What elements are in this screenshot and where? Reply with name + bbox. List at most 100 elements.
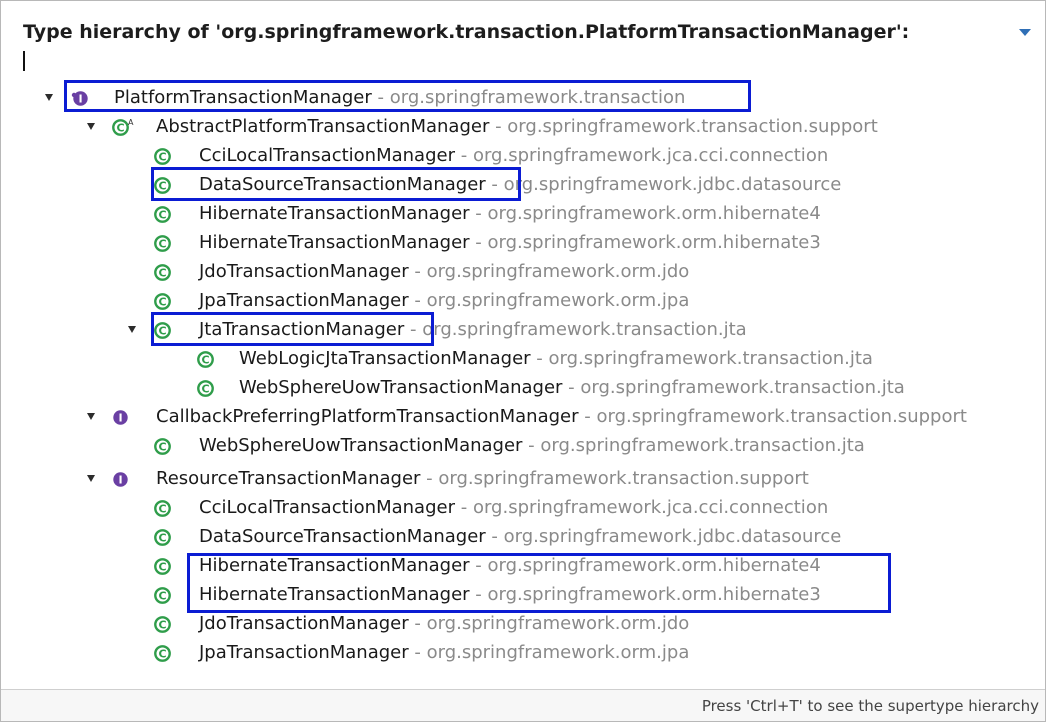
class-icon: C (153, 498, 172, 517)
package-name: org.springframework.transaction (389, 87, 686, 108)
interface-icon: I (71, 88, 90, 107)
package-name: org.springframework.orm.jdo (426, 261, 690, 282)
type-name: WebSphereUowTransactionManager (239, 377, 563, 398)
class-icon: C (153, 614, 172, 633)
class-icon: C (153, 291, 172, 310)
type-name: HibernateTransactionManager (199, 203, 470, 224)
separator: - (485, 174, 504, 195)
svg-text:C: C (158, 180, 166, 193)
svg-text:C: C (158, 325, 166, 338)
class-icon: C (153, 146, 172, 165)
separator: - (469, 203, 488, 224)
separator: - (455, 145, 473, 166)
package-name: org.springframework.orm.hibernate3 (487, 232, 821, 253)
separator: - (578, 406, 597, 427)
svg-text:A: A (128, 118, 134, 127)
tree-node[interactable]: C HibernateTransactionManager - org.sprin… (1, 199, 1041, 228)
package-name: org.springframework.orm.hibernate4 (487, 203, 821, 224)
tree-node[interactable]: C JtaTransactionManager - org.springframe… (1, 315, 1041, 344)
separator: - (408, 261, 427, 282)
svg-text:C: C (158, 590, 166, 603)
tree-node[interactable]: C CciLocalTransactionManager - org.spring… (1, 141, 1041, 170)
tree-node[interactable]: C HibernateTransactionManager - org.sprin… (1, 580, 1041, 609)
separator: - (408, 613, 427, 634)
class-icon: C (196, 378, 215, 397)
tree-node[interactable]: C CciLocalTransactionManager - org.spring… (1, 493, 1041, 522)
svg-text:I: I (118, 474, 122, 487)
view-menu-icon[interactable] (1019, 29, 1031, 36)
package-name: org.springframework.jca.cci.connection (472, 497, 829, 518)
package-name: org.springframework.transaction.support (438, 468, 809, 489)
tree-node[interactable]: C HibernateTransactionManager - org.sprin… (1, 228, 1041, 257)
type-name: JdoTransactionManager (199, 261, 409, 282)
type-name: CciLocalTransactionManager (199, 497, 455, 518)
separator: - (420, 468, 439, 489)
type-name: CciLocalTransactionManager (199, 145, 455, 166)
package-name: org.springframework.transaction.support (596, 406, 967, 427)
separator: - (469, 232, 488, 253)
expand-twisty-icon[interactable] (87, 475, 95, 482)
tree-node[interactable]: C JdoTransactionManager - org.springframe… (1, 609, 1041, 638)
type-name: PlatformTransactionManager (114, 87, 372, 108)
expand-twisty-icon[interactable] (87, 123, 95, 130)
tree-node[interactable]: C DataSourceTransactionManager - org.spri… (1, 170, 1041, 199)
svg-text:I: I (78, 93, 82, 106)
package-name: org.springframework.transaction.jta (422, 319, 747, 340)
svg-text:C: C (201, 354, 209, 367)
svg-text:C: C (158, 648, 166, 661)
tree-node[interactable]: C HibernateTransactionManager - org.sprin… (1, 551, 1041, 580)
popup-title: Type hierarchy of 'org.springframework.t… (23, 21, 910, 43)
tree-node[interactable]: C JpaTransactionManager - org.springframe… (1, 286, 1041, 315)
separator: - (469, 555, 488, 576)
tree-node[interactable]: I PlatformTransactionManager - org.spring… (1, 83, 1041, 112)
tree-node[interactable]: C WebSphereUowTransactionManager - org.sp… (1, 373, 1041, 402)
type-hierarchy-popup: Type hierarchy of 'org.springframework.t… (0, 0, 1046, 722)
filter-input[interactable] (21, 49, 1015, 75)
type-name: WebLogicJtaTransactionManager (239, 348, 531, 369)
separator: - (530, 348, 549, 369)
tree-node[interactable]: I ResourceTransactionManager - org.spring… (1, 464, 1041, 493)
status-hint: Press 'Ctrl+T' to see the supertype hier… (701, 697, 1039, 715)
class-icon: C (196, 349, 215, 368)
class-icon: C (153, 233, 172, 252)
package-name: org.springframework.jdbc.datasource (503, 174, 842, 195)
class-icon: C (153, 175, 172, 194)
separator: - (408, 642, 427, 663)
tree-node[interactable]: C DataSourceTransactionManager - org.spri… (1, 522, 1041, 551)
separator: - (489, 116, 508, 137)
separator: - (485, 526, 504, 547)
separator: - (469, 584, 488, 605)
expand-twisty-icon[interactable] (45, 94, 53, 101)
tree-node[interactable]: I CallbackPreferringPlatformTransactionMa… (1, 402, 1041, 431)
package-name: org.springframework.orm.jdo (426, 613, 690, 634)
type-name: DataSourceTransactionManager (199, 174, 486, 195)
package-name: org.springframework.orm.hibernate3 (487, 584, 821, 605)
svg-text:C: C (158, 151, 166, 164)
status-bar: Press 'Ctrl+T' to see the supertype hier… (1, 689, 1045, 721)
expand-twisty-icon[interactable] (87, 413, 95, 420)
svg-text:C: C (201, 383, 209, 396)
package-name: org.springframework.orm.hibernate4 (487, 555, 821, 576)
tree-node[interactable]: C WebSphereUowTransactionManager - org.sp… (1, 431, 1041, 460)
class-icon: C (153, 527, 172, 546)
tree-node[interactable]: C JpaTransactionManager - org.springframe… (1, 638, 1041, 667)
package-name: org.springframework.transaction.jta (548, 348, 873, 369)
type-name: DataSourceTransactionManager (199, 526, 486, 547)
type-name: HibernateTransactionManager (199, 232, 470, 253)
tree-node[interactable]: C JdoTransactionManager - org.springframe… (1, 257, 1041, 286)
separator: - (562, 377, 581, 398)
svg-text:C: C (158, 238, 166, 251)
separator: - (371, 87, 390, 108)
type-name: ResourceTransactionManager (156, 468, 421, 489)
package-name: org.springframework.orm.jpa (426, 642, 690, 663)
tree-node[interactable]: C WebLogicJtaTransactionManager - org.spr… (1, 344, 1041, 373)
expand-twisty-icon[interactable] (128, 326, 136, 333)
svg-text:C: C (158, 441, 166, 454)
class-icon: C (153, 585, 172, 604)
type-name: JtaTransactionManager (199, 319, 405, 340)
tree-node[interactable]: C A AbstractPlatformTransactionManager - o… (1, 112, 1041, 141)
class-icon: C (153, 556, 172, 575)
svg-text:C: C (158, 561, 166, 574)
svg-text:C: C (158, 209, 166, 222)
interface-icon: I (111, 469, 130, 488)
